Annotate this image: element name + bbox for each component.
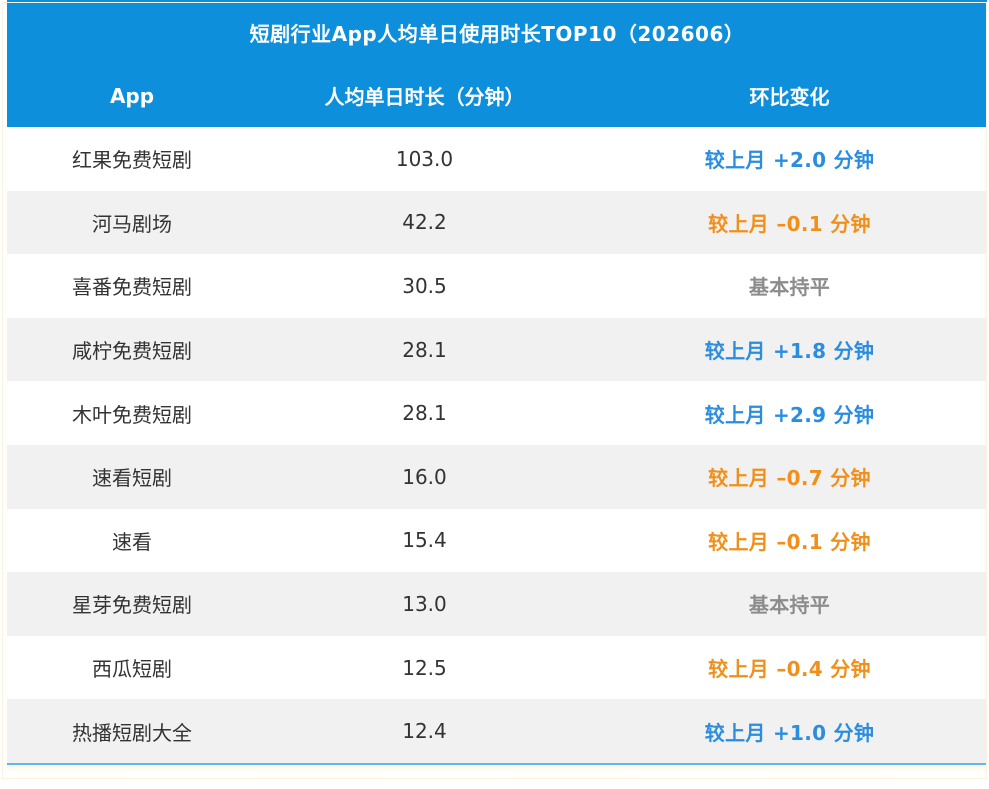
app-name: 咸柠免费短剧 [72,339,192,364]
app-name: 喜番免费短剧 [72,275,192,300]
table-row: 河马剧场 42.2 较上月 –0.1 分钟 [7,190,987,255]
daily-minutes: 16.0 [402,464,447,489]
page-frame: 短剧行业App人均单日使用时长TOP10（202606） App 人均单日时长（… [0,0,989,789]
app-name: 西瓜短剧 [92,657,172,682]
table-row: 星芽免费短剧 13.0 基本持平 [7,572,987,636]
app-name: 河马剧场 [92,211,172,236]
header-row: App 人均单日时长（分钟） 环比变化 [7,64,987,127]
table-row: 红果免费短剧 103.0 较上月 +2.0 分钟 [7,127,987,191]
table-row: 喜番免费短剧 30.5 基本持平 [7,254,987,318]
ranking-table: 短剧行业App人均单日使用时长TOP10（202606） App 人均单日时长（… [7,0,987,773]
table-row: 热播短剧大全 12.4 较上月 +1.0 分钟 [7,699,987,763]
app-name: 星芽免费短剧 [72,593,192,618]
table-row: 木叶免费短剧 28.1 较上月 +2.9 分钟 [7,381,987,445]
change-value: 较上月 –0.1 分钟 [708,529,871,554]
daily-minutes: 28.1 [402,337,447,362]
daily-minutes: 103.0 [395,146,454,171]
daily-minutes: 30.5 [402,273,447,298]
change-value: 基本持平 [748,275,831,300]
table-bottom-shadow [7,764,987,773]
table-row: 咸柠免费短剧 28.1 较上月 +1.8 分钟 [7,317,987,382]
daily-minutes: 12.4 [402,719,447,744]
table-title: 短剧行业App人均单日使用时长TOP10（202606） [7,0,987,64]
daily-minutes: 28.1 [402,401,447,426]
change-value: 基本持平 [748,593,831,618]
change-value: 较上月 +2.9 分钟 [704,402,875,427]
daily-minutes: 42.2 [402,210,447,235]
change-value: 较上月 +1.0 分钟 [704,720,875,745]
app-name: 速看短剧 [92,466,172,491]
table-row: 速看短剧 16.0 较上月 –0.7 分钟 [7,444,987,509]
change-value: 较上月 –0.7 分钟 [708,466,871,491]
daily-minutes: 15.4 [402,528,447,553]
app-name: 热播短剧大全 [72,720,192,745]
daily-minutes: 13.0 [402,591,447,616]
change-value: 较上月 –0.4 分钟 [708,657,871,682]
header-change: 环比变化 [749,85,830,109]
header-time: 人均单日时长（分钟） [324,85,525,109]
daily-minutes: 12.5 [402,655,447,680]
app-name: 红果免费短剧 [72,148,192,173]
change-value: 较上月 +1.8 分钟 [704,339,875,364]
header-app: App [109,83,155,108]
app-name: 速看 [112,529,152,554]
change-value: 较上月 +2.0 分钟 [704,148,875,173]
app-name: 木叶免费短剧 [72,402,192,427]
change-value: 较上月 –0.1 分钟 [708,211,871,236]
table-row: 西瓜短剧 12.5 较上月 –0.4 分钟 [7,635,987,700]
table-row: 速看 15.4 较上月 –0.1 分钟 [7,508,987,573]
